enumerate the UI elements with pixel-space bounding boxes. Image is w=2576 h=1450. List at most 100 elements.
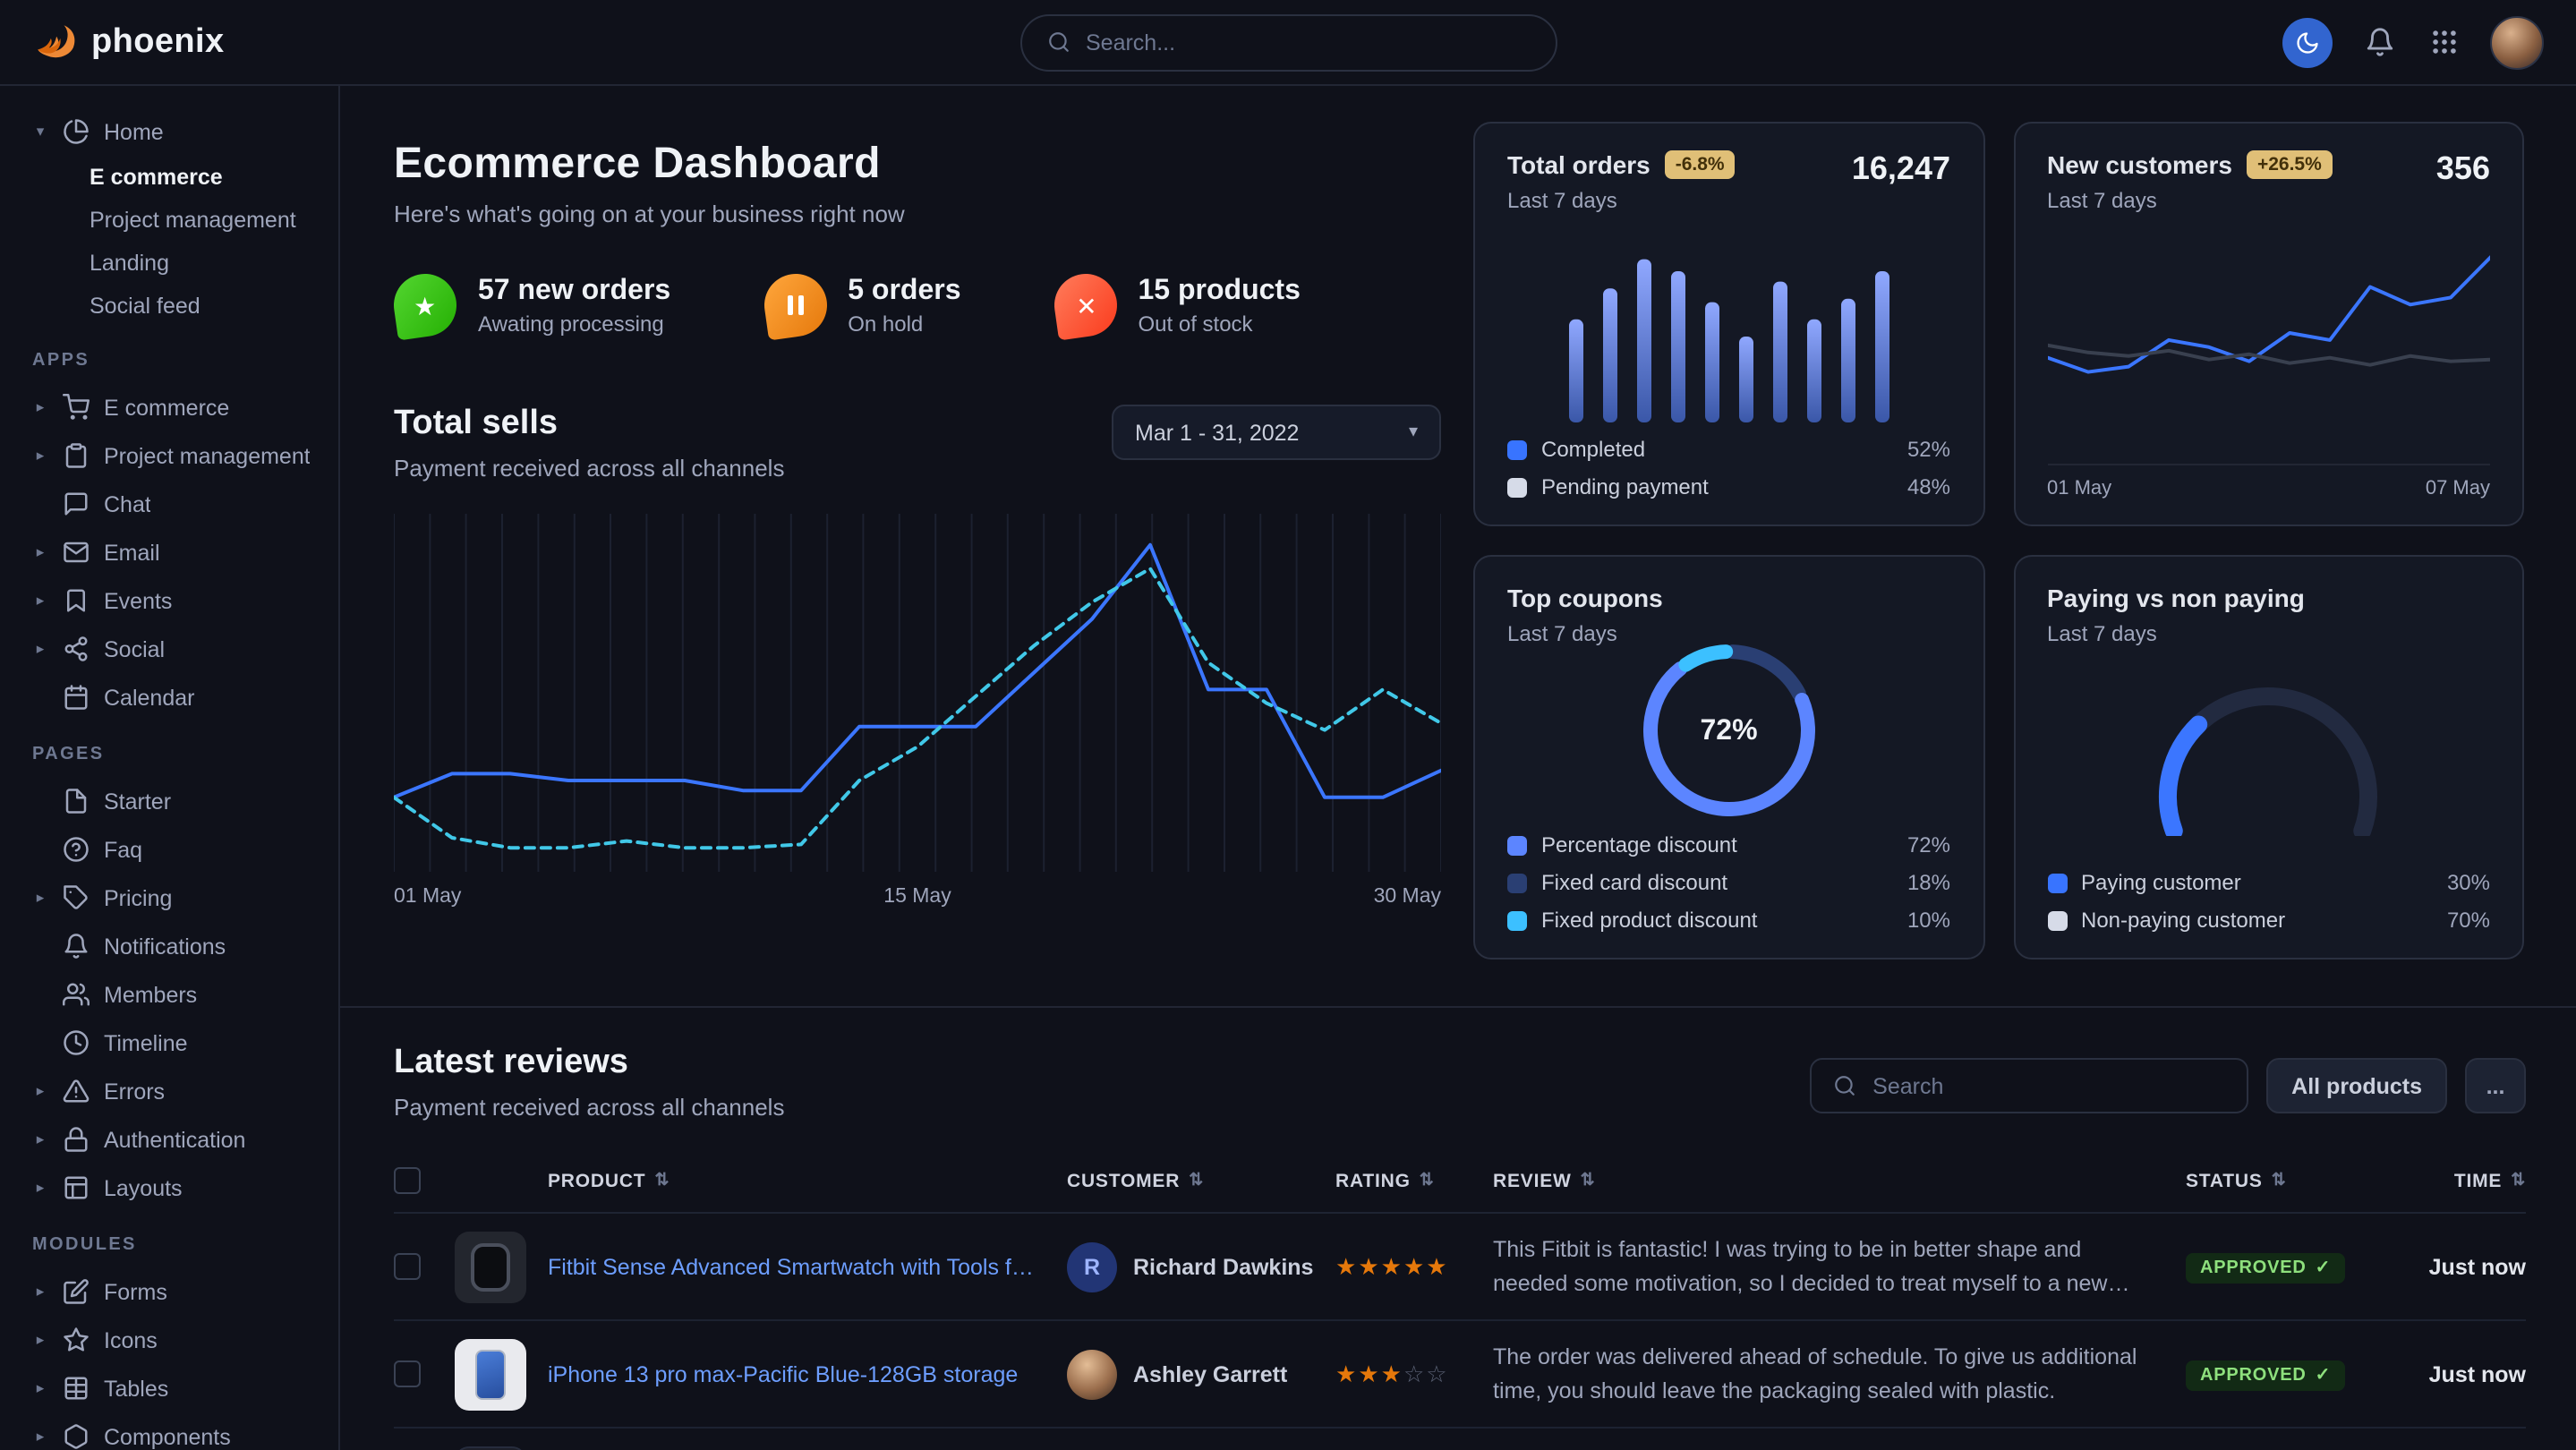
star-filled-icon: ★ [1403, 1252, 1424, 1281]
column-header-review[interactable]: REVIEW ⇅ [1493, 1170, 2186, 1191]
sidebar-item-authentication[interactable]: ▸Authentication [32, 1115, 320, 1164]
product-link[interactable]: Fitbit Sense Advanced Smartwatch with To… [548, 1254, 1067, 1279]
table-icon [63, 1375, 90, 1402]
total-orders-value: 16,247 [1852, 150, 1950, 188]
sidebar-item-email[interactable]: ▸Email [32, 528, 320, 576]
product-link[interactable]: iPhone 13 pro max-Pacific Blue-128GB sto… [548, 1361, 1067, 1386]
stat-pause-icon [760, 269, 831, 340]
users-icon [63, 981, 90, 1008]
star-filled-icon: ★ [1358, 1360, 1378, 1388]
total-sells-x-axis: 01 May 15 May 30 May [394, 886, 1441, 908]
reviews-search-input[interactable] [1872, 1073, 2225, 1098]
review-text: The order was delivered ahead of schedul… [1493, 1342, 2186, 1407]
sidebar-item-errors[interactable]: ▸Errors [32, 1067, 320, 1115]
status-badge: APPROVED✓ [2186, 1360, 2345, 1390]
date-range-select[interactable]: Mar 1 - 31, 2022 ▾ [1112, 405, 1441, 460]
legend-value: 48% [1907, 474, 1950, 499]
row-checkbox[interactable] [394, 1360, 421, 1387]
grid-dots-icon [2428, 27, 2459, 57]
legend-item-fixed-card-discount: Fixed card discount18% [1507, 870, 1950, 895]
sidebar-item-faq[interactable]: Faq [32, 825, 320, 874]
sidebar-item-label: Components [104, 1424, 231, 1449]
sidebar-item-e-commerce[interactable]: ▸E commerce [32, 383, 320, 431]
global-search-input[interactable] [1086, 30, 1530, 55]
sidebar-item-icons[interactable]: ▸Icons [32, 1316, 320, 1364]
column-header-status[interactable]: STATUS⇅ [2186, 1170, 2401, 1191]
legend-swatch [1507, 439, 1527, 459]
dashboard-left-column: Ecommerce Dashboard Here's what's going … [394, 122, 1441, 960]
sort-icon: ⇅ [2511, 1171, 2526, 1190]
sidebar-item-label: Landing [90, 251, 169, 276]
legend-item-completed: Completed52% [1507, 437, 1950, 462]
stats-row: ★57 new ordersAwating processing5 orders… [394, 274, 1441, 337]
sidebar-item-pricing[interactable]: ▸Pricing [32, 874, 320, 922]
stat-star-icon: ★ [389, 269, 460, 340]
sidebar-item-project-management[interactable]: Project management [32, 199, 320, 242]
x-tick: 07 May [2426, 478, 2490, 499]
sidebar-item-social-feed[interactable]: Social feed [32, 285, 320, 328]
sidebar-section-title-apps: APPS [32, 351, 320, 371]
total-orders-period: Last 7 days [1507, 188, 1736, 213]
sidebar-item-layouts[interactable]: ▸Layouts [32, 1164, 320, 1212]
total-sells-subtitle: Payment received across all channels [394, 455, 784, 482]
sidebar: ▾HomeE commerceProject managementLanding… [0, 86, 340, 1450]
legend-item-non-paying-customer: Non-paying customer70% [2047, 908, 2490, 933]
rating-stars: ★★★☆☆ [1335, 1360, 1493, 1388]
sidebar-item-e-commerce[interactable]: E commerce [32, 156, 320, 199]
sidebar-item-components[interactable]: ▸Components [32, 1412, 320, 1450]
sidebar-item-calendar[interactable]: Calendar [32, 673, 320, 721]
sort-icon: ⇅ [1581, 1171, 1596, 1190]
brand[interactable]: phoenix [32, 20, 225, 64]
chevron-right-icon: ▸ [32, 1378, 48, 1398]
select-all-checkbox[interactable] [394, 1167, 421, 1194]
sidebar-item-home[interactable]: ▾Home [32, 107, 320, 156]
column-header-customer[interactable]: CUSTOMER⇅ [1067, 1170, 1335, 1191]
global-search [1019, 13, 1557, 71]
sidebar-section-title-pages: PAGES [32, 745, 320, 764]
sidebar-item-events[interactable]: ▸Events [32, 576, 320, 625]
search-icon [1833, 1074, 1856, 1097]
brand-name: phoenix [91, 22, 225, 62]
check-icon: ✓ [2316, 1258, 2332, 1277]
chevron-right-icon: ▸ [32, 888, 48, 908]
avatar [1067, 1349, 1117, 1399]
sidebar-item-label: Project management [104, 443, 311, 468]
sidebar-nav: ▾HomeE commerceProject managementLanding… [32, 107, 320, 1450]
customer-cell: Ashley Garrett [1067, 1349, 1335, 1399]
sidebar-item-starter[interactable]: Starter [32, 777, 320, 825]
box-icon [63, 1423, 90, 1450]
chevron-right-icon: ▸ [32, 1130, 48, 1149]
x-tick: 15 May [883, 886, 951, 908]
notifications-button[interactable] [2361, 24, 2397, 60]
status-badge: APPROVED ✓ [2186, 1252, 2345, 1283]
sidebar-item-label: Forms [104, 1279, 167, 1304]
sidebar-item-tables[interactable]: ▸Tables [32, 1364, 320, 1412]
sidebar-item-chat[interactable]: Chat [32, 480, 320, 528]
user-avatar[interactable] [2490, 15, 2544, 69]
table-row: Fitbit Sense Advanced Smartwatch with To… [394, 1214, 2526, 1321]
column-label: CUSTOMER [1067, 1170, 1180, 1191]
table-row [394, 1429, 2526, 1450]
sidebar-item-members[interactable]: Members [32, 970, 320, 1019]
sidebar-item-project-management[interactable]: ▸Project management [32, 431, 320, 480]
sidebar-item-social[interactable]: ▸Social [32, 625, 320, 673]
sidebar-item-notifications[interactable]: Notifications [32, 922, 320, 970]
legend-swatch [1507, 835, 1527, 855]
new-customers-line-chart [2047, 213, 2490, 453]
column-label: REVIEW [1493, 1170, 1572, 1191]
shopping-cart-icon [63, 394, 90, 421]
status-label: APPROVED [2200, 1258, 2307, 1277]
column-header-time[interactable]: TIME⇅ [2401, 1170, 2526, 1191]
sidebar-item-landing[interactable]: Landing [32, 242, 320, 285]
total-orders-card: Total orders -6.8% Last 7 days 16,247 Co… [1473, 122, 1984, 526]
sidebar-item-forms[interactable]: ▸Forms [32, 1267, 320, 1316]
all-products-button[interactable]: All products [2266, 1058, 2447, 1113]
sidebar-item-timeline[interactable]: Timeline [32, 1019, 320, 1067]
theme-toggle-button[interactable] [2282, 17, 2333, 67]
row-checkbox[interactable] [394, 1253, 421, 1280]
sidebar-item-label: Email [104, 540, 160, 565]
apps-grid-button[interactable] [2426, 24, 2461, 60]
more-options-button[interactable]: ... [2465, 1058, 2526, 1113]
column-header-rating[interactable]: RATING⇅ [1335, 1170, 1493, 1191]
column-header-product[interactable]: PRODUCT⇅ [548, 1170, 1067, 1191]
